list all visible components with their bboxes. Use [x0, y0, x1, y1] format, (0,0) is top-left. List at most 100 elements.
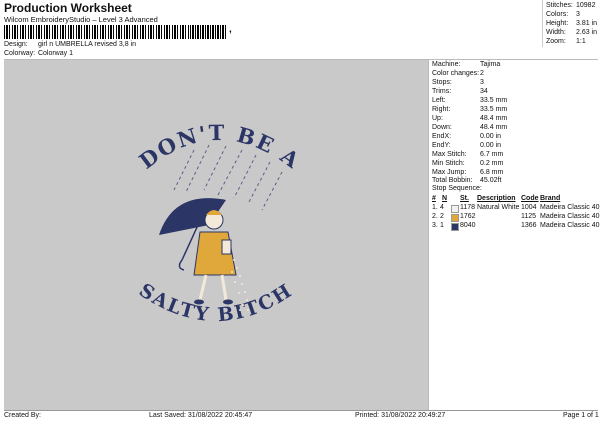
info-value: 33.5 mm: [480, 97, 508, 104]
design-preview: DON'T BE A SALTY BITCH: [4, 60, 428, 410]
footer-created-by: Created By:: [4, 412, 41, 419]
row-code: 1366: [521, 222, 537, 229]
info-label: EndY:: [432, 142, 451, 149]
info-row: Left: 33.5 mm: [432, 97, 507, 104]
artwork-bottom-text: SALTY BITCH: [135, 279, 297, 326]
info-row: Total Bobbin: 45.02ft: [432, 177, 501, 184]
info-label: Min Stitch:: [432, 160, 465, 167]
artwork-top-text: DON'T BE A: [134, 120, 305, 174]
row-st: 8040: [460, 222, 476, 229]
color-swatch: [451, 214, 459, 222]
info-row: Min Stitch: 0.2 mm: [432, 160, 503, 167]
barcode: [4, 25, 190, 39]
info-value: 0.00 in: [480, 133, 502, 140]
info-value: 48.4 mm: [480, 124, 508, 131]
stop-sequence-title: Stop Sequence:: [432, 185, 482, 192]
colorway-label: Colorway:: [4, 50, 36, 57]
summary-row: Zoom: 1:1: [546, 38, 586, 45]
row-brand: Madeira Classic 40: [540, 222, 600, 229]
summary-value: 2.63 in: [576, 29, 598, 36]
col-header-code: Code: [521, 195, 539, 202]
colorway-row: Colorway: Colorway 1: [4, 50, 73, 57]
row-n: 4: [440, 204, 444, 211]
summary-row: Colors: 3: [546, 11, 580, 18]
info-row: EndY: 0.00 in: [432, 142, 501, 149]
summary-label: Width:: [546, 29, 566, 36]
info-row: Stops: 3: [432, 79, 484, 86]
info-row: Right: 33.5 mm: [432, 106, 507, 113]
info-row: EndX: 0.00 in: [432, 133, 501, 140]
row-brand: Madeira Classic 40: [540, 213, 600, 220]
summary-row: Width: 2.63 in: [546, 29, 597, 36]
footer-printed: Printed: 31/08/2022 20:49:27: [355, 412, 446, 419]
info-value: 45.02ft: [480, 177, 502, 184]
summary-label: Height:: [546, 20, 569, 27]
summary-value: 10982: [576, 2, 596, 9]
design-label: Design:: [4, 41, 28, 48]
info-label: EndX:: [432, 133, 452, 140]
summary-label: Stitches:: [546, 2, 573, 9]
info-label: Down:: [432, 124, 452, 131]
summary-value: 3.81 in: [576, 20, 598, 27]
row-brand: Madeira Classic 40: [540, 204, 600, 211]
col-header-description: Description: [477, 195, 516, 202]
info-value: Tajima: [480, 61, 501, 68]
color-swatch: [451, 205, 459, 213]
col-header-n: N: [442, 195, 448, 202]
row-description: Natural White: [477, 204, 520, 211]
info-value: 6.8 mm: [480, 169, 504, 176]
info-label: Right:: [432, 106, 451, 113]
info-value: 48.4 mm: [480, 115, 508, 122]
info-label: Machine:: [432, 61, 461, 68]
footer-last-saved: Last Saved: 31/08/2022 20:45:47: [149, 412, 253, 419]
info-value: 33.5 mm: [480, 106, 508, 113]
info-row: Down: 48.4 mm: [432, 124, 507, 131]
info-value: 0.00 in: [480, 142, 502, 149]
info-row: Up: 48.4 mm: [432, 115, 507, 122]
info-value: 34: [480, 88, 488, 95]
row-num: 3.: [432, 222, 438, 229]
summary-row: Stitches: 10982: [546, 2, 595, 9]
summary-row: Height: 3.81 in: [546, 20, 597, 27]
design-value: girl n UMBRELLA revised 3,8 in: [37, 41, 136, 48]
embroidery-artwork: DON'T BE A SALTY BITCH: [134, 120, 305, 326]
info-value: 0.2 mm: [480, 160, 504, 167]
info-label: Total Bobbin:: [432, 177, 473, 184]
row-st: 1762: [460, 213, 476, 220]
summary-value: 3: [576, 11, 580, 18]
info-row: Machine: Tajima: [432, 61, 500, 68]
design-row: Design: girl n UMBRELLA revised 3,8 in: [4, 41, 136, 48]
footer-divider: [4, 410, 598, 411]
summary-value: 1:1: [576, 38, 586, 45]
info-label: Stops:: [432, 79, 452, 86]
summary-label: Colors:: [546, 11, 569, 18]
col-header-num: #: [432, 195, 436, 202]
page-title: Production Worksheet: [4, 1, 132, 15]
row-num: 2.: [432, 213, 438, 220]
summary-label: Zoom:: [546, 38, 566, 45]
barcode-tail: [190, 25, 226, 39]
row-n: 2: [440, 213, 444, 220]
info-row: Color changes:2: [432, 70, 484, 77]
col-header-brand: Brand: [540, 195, 561, 202]
info-label: Left:: [432, 97, 446, 104]
info-label: Up:: [432, 115, 443, 122]
info-row: Trims: 34: [432, 88, 488, 95]
info-value: 2: [480, 70, 484, 77]
info-label: Color changes:: [432, 70, 480, 77]
row-num: 1.: [432, 204, 438, 211]
info-value: 3: [480, 79, 484, 86]
color-swatch: [451, 223, 459, 231]
worksheet-page: Production Worksheet Wilcom EmbroiderySt…: [0, 0, 600, 424]
software-subtitle: Wilcom EmbroideryStudio – Level 3 Advanc…: [4, 15, 158, 24]
info-row: Max Stitch: 6.7 mm: [432, 151, 503, 158]
info-row: Max Jump: 6.8 mm: [432, 169, 503, 176]
info-value: 6.7 mm: [480, 151, 504, 158]
info-label: Trims:: [432, 88, 452, 95]
row-code: 1004: [521, 204, 537, 211]
barcode-suffix: ,: [229, 24, 232, 35]
colorway-value: Colorway 1: [37, 50, 73, 57]
col-header-st: St.: [460, 195, 469, 202]
footer-page-number: Page 1 of 1: [563, 412, 599, 419]
info-label: Max Jump:: [432, 169, 467, 176]
